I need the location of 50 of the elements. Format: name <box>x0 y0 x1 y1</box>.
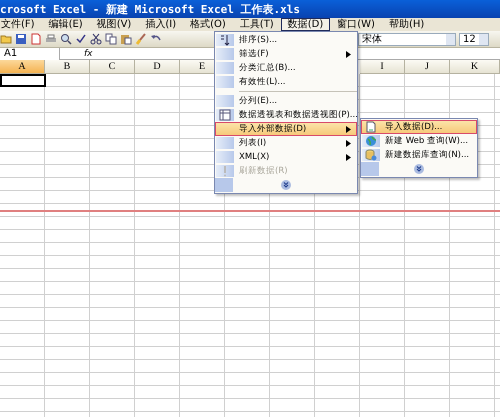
menu-item[interactable]: XML(X) <box>215 150 357 164</box>
menu-item[interactable]: 有效性(L)... <box>215 75 357 89</box>
database-icon <box>365 149 377 161</box>
font-size-field[interactable]: 12 <box>459 32 489 46</box>
menu-item[interactable]: 排序(S)... <box>215 33 357 47</box>
expand-chevron-icon[interactable] <box>281 180 291 190</box>
globe-icon <box>365 135 377 147</box>
column-header[interactable]: C <box>90 60 135 74</box>
column-header[interactable]: K <box>450 60 500 74</box>
menu-bar-item[interactable]: 文件(F) <box>0 18 42 31</box>
clipboard-icon[interactable] <box>120 33 132 45</box>
menu-item[interactable]: 新建 Web 查询(W)... <box>361 134 477 148</box>
menu-bar-item[interactable]: 帮助(H) <box>382 18 432 31</box>
menu-item[interactable]: 导入外部数据(D) <box>215 122 357 136</box>
menu-bar-item[interactable]: 窗口(W) <box>330 18 382 31</box>
column-header[interactable]: A <box>0 60 45 74</box>
column-header[interactable]: D <box>135 60 180 74</box>
printer-icon[interactable] <box>45 33 57 45</box>
menu-item[interactable]: 导入数据(D)... <box>361 120 477 134</box>
menu-bar-item[interactable]: 数据(D) <box>280 18 330 31</box>
column-header[interactable]: B <box>45 60 90 74</box>
menu-item[interactable]: 数据透视表和数据透视图(P)... <box>215 108 357 122</box>
document-icon[interactable] <box>30 33 42 45</box>
menu-item[interactable]: 分列(E)... <box>215 94 357 108</box>
menu-item[interactable]: 列表(I) <box>215 136 357 150</box>
expand-chevron-icon[interactable] <box>414 164 424 174</box>
scissors-icon[interactable] <box>90 33 102 45</box>
check-icon[interactable] <box>75 33 87 45</box>
menu-bar-item[interactable]: 工具(T) <box>232 18 281 31</box>
window-title: crosoft Excel - 新建 Microsoft Excel 工作表.xls <box>0 0 500 18</box>
menu-bar-item[interactable]: 编辑(E) <box>42 18 90 31</box>
menu-item[interactable]: 筛选(F) <box>215 47 357 61</box>
sort-icon <box>219 34 231 46</box>
column-header[interactable]: I <box>360 60 405 74</box>
name-box[interactable]: A1 <box>0 48 60 60</box>
copy-icon[interactable] <box>105 33 117 45</box>
table-icon <box>219 109 231 121</box>
menu-bar-item[interactable]: 视图(V) <box>90 18 138 31</box>
font-field[interactable]: 宋体 <box>358 32 456 46</box>
document-icon <box>365 121 377 133</box>
brush-icon[interactable] <box>135 33 147 45</box>
selected-cell[interactable] <box>0 74 46 87</box>
menu-bar-item[interactable]: 插入(I) <box>138 18 184 31</box>
magnifier-icon[interactable] <box>60 33 72 45</box>
menu-bar-item[interactable]: 格式(O) <box>183 18 233 31</box>
folder-icon[interactable] <box>0 33 12 45</box>
menu-item[interactable]: 新建数据库查询(N)... <box>361 148 477 162</box>
function-label[interactable]: fx <box>84 48 92 58</box>
column-header[interactable]: J <box>405 60 450 74</box>
save-icon[interactable] <box>15 33 27 45</box>
